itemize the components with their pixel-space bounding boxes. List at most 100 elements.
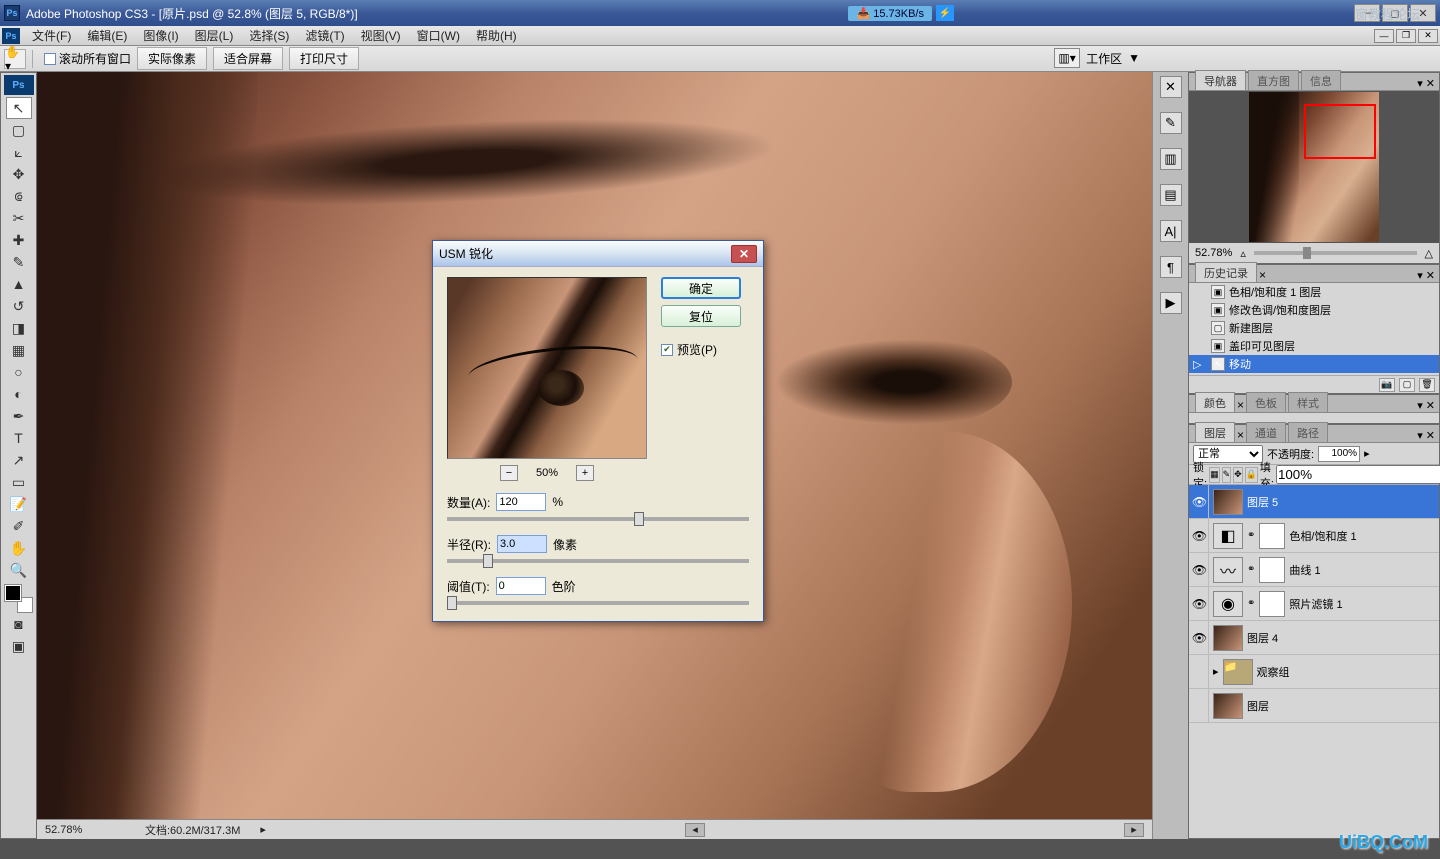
tab-info[interactable]: 信息	[1301, 70, 1341, 90]
layer-row[interactable]: 👁◧⚭色相/饱和度 1	[1189, 519, 1439, 553]
dialog-preview[interactable]	[447, 277, 647, 459]
workspace-switcher[interactable]: ▥▾ 工作区 ▼	[1054, 48, 1140, 68]
hand-tool[interactable]: ✋	[6, 537, 32, 559]
hand-tool-indicator[interactable]: ✋▾	[4, 49, 26, 69]
path-select-tool[interactable]: ↗	[6, 449, 32, 471]
tab-layers[interactable]: 图层	[1195, 422, 1235, 442]
threshold-slider[interactable]	[447, 601, 749, 605]
pen-tool[interactable]: ✒	[6, 405, 32, 427]
clone-stamp-tool[interactable]: ▲	[6, 273, 32, 295]
dock-icon-actions[interactable]: ▶	[1160, 292, 1182, 314]
layer-mask[interactable]	[1259, 591, 1285, 617]
zoom-tool[interactable]: 🔍	[6, 559, 32, 581]
slice-tool[interactable]: ✂	[6, 207, 32, 229]
dock-icon-paragraph[interactable]: ¶	[1160, 256, 1182, 278]
layer-thumb[interactable]: 〰	[1213, 557, 1243, 583]
dock-icon-1[interactable]: ✕	[1160, 76, 1182, 98]
visibility-toggle[interactable]: 👁	[1191, 587, 1209, 620]
dodge-tool[interactable]: ◐	[6, 383, 32, 405]
tab-history[interactable]: 历史记录	[1195, 262, 1257, 282]
layer-thumb[interactable]: ◉	[1213, 591, 1243, 617]
tab-color[interactable]: 颜色	[1195, 392, 1235, 412]
crop-tool[interactable]: ⟃	[6, 185, 32, 207]
scroll-right-icon[interactable]: ▸	[1124, 823, 1144, 837]
history-brush-tool[interactable]: ↺	[6, 295, 32, 317]
visibility-toggle[interactable]	[1191, 689, 1209, 722]
preview-checkbox[interactable]: ✔预览(P)	[661, 341, 741, 358]
tab-histogram[interactable]: 直方图	[1248, 70, 1299, 90]
menu-image[interactable]: 图像(I)	[135, 25, 186, 46]
reset-button[interactable]: 复位	[661, 305, 741, 327]
tab-paths[interactable]: 路径	[1288, 422, 1328, 442]
visibility-toggle[interactable]: 👁	[1191, 485, 1209, 518]
quick-mask-toggle[interactable]: ◙	[6, 613, 32, 635]
zoom-in-icon[interactable]: △	[1425, 247, 1433, 260]
folder-toggle[interactable]: ▸	[1213, 665, 1219, 678]
threshold-input[interactable]	[496, 577, 546, 595]
tab-navigator[interactable]: 导航器	[1195, 70, 1246, 90]
visibility-toggle[interactable]: 👁	[1191, 553, 1209, 586]
status-zoom[interactable]: 52.78%	[45, 824, 125, 836]
eraser-tool[interactable]: ◨	[6, 317, 32, 339]
tab-styles[interactable]: 样式	[1288, 392, 1328, 412]
navigator-zoom-slider[interactable]	[1254, 251, 1417, 255]
lock-position-icon[interactable]: ✥	[1233, 467, 1243, 483]
menu-window[interactable]: 窗口(W)	[409, 25, 468, 46]
zoom-in-button[interactable]: +	[576, 465, 594, 481]
layer-mask[interactable]	[1259, 557, 1285, 583]
dock-icon-brushes[interactable]: ✎	[1160, 112, 1182, 134]
navigator-zoom-value[interactable]: 52.78%	[1195, 247, 1232, 259]
new-doc-from-state-button[interactable]: ▢	[1399, 378, 1415, 392]
quick-select-tool[interactable]: ✥	[6, 163, 32, 185]
menu-select[interactable]: 选择(S)	[241, 25, 297, 46]
history-item[interactable]: ▷↖移动	[1189, 355, 1439, 373]
lock-pixels-icon[interactable]: ✎	[1222, 467, 1232, 483]
marquee-tool[interactable]: ▢	[6, 119, 32, 141]
gradient-tool[interactable]: ▦	[6, 339, 32, 361]
screen-mode-toggle[interactable]: ▣	[6, 635, 32, 657]
tab-swatches[interactable]: 色板	[1246, 392, 1286, 412]
zoom-out-button[interactable]: −	[500, 465, 518, 481]
panel-menu-icon[interactable]: ▾ ✕	[1417, 269, 1435, 282]
menu-layer[interactable]: 图层(L)	[187, 25, 242, 46]
zoom-out-icon[interactable]: ▵	[1240, 247, 1246, 260]
new-snapshot-button[interactable]: 📷	[1379, 378, 1395, 392]
delete-state-button[interactable]: 🗑	[1419, 378, 1435, 392]
radius-input[interactable]	[497, 535, 547, 553]
doc-minimize-button[interactable]: —	[1374, 29, 1394, 43]
amount-input[interactable]	[496, 493, 546, 511]
panel-menu-icon[interactable]: ▾ ✕	[1417, 429, 1435, 442]
workspace-icon[interactable]: ▥▾	[1054, 48, 1080, 68]
history-item[interactable]: ▣修改色调/饱和度图层	[1189, 301, 1439, 319]
panel-menu-icon[interactable]: ▾ ✕	[1417, 77, 1435, 90]
layer-row[interactable]: 👁〰⚭曲线 1	[1189, 553, 1439, 587]
doc-close-button[interactable]: ✕	[1418, 29, 1438, 43]
layer-row[interactable]: 👁◉⚭照片滤镜 1	[1189, 587, 1439, 621]
dock-icon-character[interactable]: A|	[1160, 220, 1182, 242]
layer-row[interactable]: 图层	[1189, 689, 1439, 723]
menu-view[interactable]: 视图(V)	[353, 25, 409, 46]
history-item[interactable]: ▣色相/饱和度 1 图层	[1189, 283, 1439, 301]
layer-row[interactable]: 👁图层 5	[1189, 485, 1439, 519]
scroll-all-checkbox[interactable]: 滚动所有窗口	[44, 50, 131, 67]
ok-button[interactable]: 确定	[661, 277, 741, 299]
shape-tool[interactable]: ▭	[6, 471, 32, 493]
color-swatches[interactable]	[5, 585, 33, 613]
healing-brush-tool[interactable]: ✚	[6, 229, 32, 251]
panel-menu-icon[interactable]: ▾ ✕	[1417, 399, 1435, 412]
fill-input[interactable]	[1276, 465, 1440, 484]
fit-screen-button[interactable]: 适合屏幕	[213, 47, 283, 70]
navigator-view-box[interactable]	[1304, 104, 1376, 159]
menu-filter[interactable]: 滤镜(T)	[297, 25, 352, 46]
dock-icon-layer-comps[interactable]: ▤	[1160, 184, 1182, 206]
opacity-input[interactable]	[1318, 446, 1360, 462]
layer-thumb[interactable]: ◧	[1213, 523, 1243, 549]
layer-row[interactable]: ▸📁观察组	[1189, 655, 1439, 689]
layer-thumb[interactable]	[1213, 693, 1243, 719]
scroll-left-icon[interactable]: ◂	[685, 823, 705, 837]
type-tool[interactable]: T	[6, 427, 32, 449]
lock-all-icon[interactable]: 🔒	[1245, 467, 1258, 483]
layer-mask[interactable]	[1259, 523, 1285, 549]
dialog-close-button[interactable]: ✕	[731, 245, 757, 263]
menu-file[interactable]: 文件(F)	[24, 25, 79, 46]
